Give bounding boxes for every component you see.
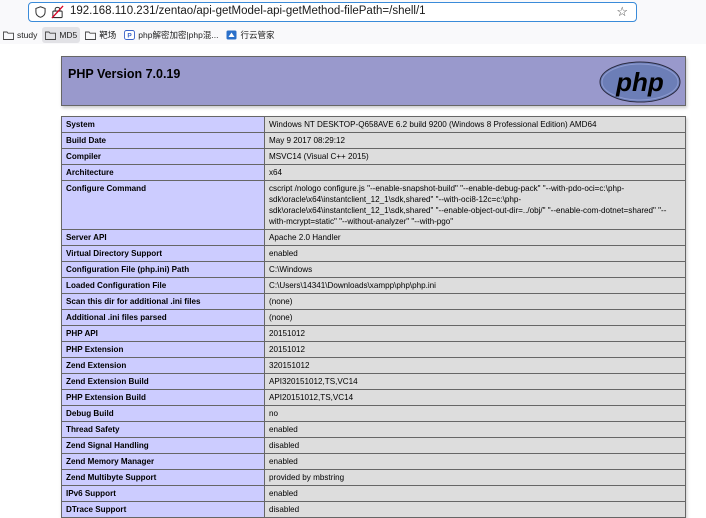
row-key: IPv6 Support [61, 485, 265, 502]
row-value: API20151012,TS,VC14 [264, 389, 686, 406]
bookmark-md5[interactable]: MD5 [42, 27, 81, 43]
bookmark-label: study [17, 30, 38, 40]
insecure-lock-icon[interactable] [51, 5, 64, 19]
row-key: PHP Extension Build [61, 389, 265, 406]
table-row: System Windows NT DESKTOP-Q658AVE 6.2 bui… [61, 116, 686, 133]
row-key: Compiler [61, 148, 265, 165]
shield-icon[interactable] [35, 6, 46, 18]
bookmark-label: php解密加密|php混... [138, 30, 219, 40]
table-row: Configure Command cscript /nologo configu… [61, 180, 686, 230]
bookmark-label: MD5 [59, 30, 78, 40]
row-value: API320151012,TS,VC14 [264, 373, 686, 390]
svg-text:P: P [128, 33, 133, 40]
table-row: Compiler MSVC14 (Visual C++ 2015) [61, 148, 686, 165]
php-site-icon: P [124, 30, 136, 40]
row-key: Virtual Directory Support [61, 245, 265, 262]
row-value: May 9 2017 08:29:12 [264, 132, 686, 149]
table-row: Debug Build no [61, 405, 686, 422]
table-row: Additional .ini files parsed (none) [61, 309, 686, 326]
row-value: (none) [264, 293, 686, 310]
table-row: Scan this dir for additional .ini files(… [61, 293, 686, 310]
row-value: 20151012 [264, 325, 686, 342]
row-value: enabled [264, 421, 686, 438]
table-row: Loaded Configuration File C:\Users\14341\… [61, 277, 686, 294]
phpinfo-table: System Windows NT DESKTOP-Q658AVE 6.2 bui… [61, 116, 686, 518]
row-value: Windows NT DESKTOP-Q658AVE 6.2 build 920… [264, 116, 686, 133]
row-value: (none) [264, 309, 686, 326]
row-key: Configure Command [61, 180, 265, 230]
page-title: PHP Version 7.0.19 [68, 67, 181, 81]
table-row: Architecture x64 [61, 164, 686, 181]
row-key: System [61, 116, 265, 133]
row-key: Thread Safety [61, 421, 265, 438]
row-key: Zend Signal Handling [61, 437, 265, 454]
row-value: provided by mbstring [264, 469, 686, 486]
table-row: Zend Signal Handling disabled [61, 437, 686, 454]
row-value: 320151012 [264, 357, 686, 374]
table-row: DTrace Support disabled [61, 501, 686, 518]
folder-icon [85, 31, 97, 40]
row-value: disabled [264, 437, 686, 454]
row-value: x64 [264, 164, 686, 181]
php-logo-icon[interactable]: php [599, 61, 681, 103]
row-key: Zend Extension Build [61, 373, 265, 390]
row-value: enabled [264, 485, 686, 502]
bookmark-study[interactable]: study [0, 27, 40, 43]
table-row: Thread Safety enabled [61, 421, 686, 438]
row-value: enabled [264, 245, 686, 262]
row-value: C:\Users\14341\Downloads\xampp\php\php.i… [264, 277, 686, 294]
row-key: Build Date [61, 132, 265, 149]
folder-icon [3, 31, 14, 40]
row-value: no [264, 405, 686, 422]
row-key: DTrace Support [61, 501, 265, 518]
row-key: Loaded Configuration File [61, 277, 265, 294]
bookmark-label: 行云管家 [240, 30, 275, 40]
row-key: Additional .ini files parsed [61, 309, 265, 326]
row-value: enabled [264, 453, 686, 470]
row-value: Apache 2.0 Handler [264, 229, 686, 246]
row-key: Zend Memory Manager [61, 453, 265, 470]
table-row: Zend Extension Build API320151012,TS,VC14 [61, 373, 686, 390]
row-value: C:\Windows [264, 261, 686, 278]
table-row: Server API Apache 2.0 Handler [61, 229, 686, 246]
bookmark-star-icon[interactable]: ☆ [616, 4, 628, 20]
row-key: Architecture [61, 164, 265, 181]
table-row: Virtual Directory Support enabled [61, 245, 686, 262]
row-key: Configuration File (php.ini) Path [61, 261, 265, 278]
bookmark-cloud-manager[interactable]: 行云管家 [223, 27, 277, 43]
page-content: PHP Version 7.0.19 php System Windows NT … [0, 44, 706, 518]
table-row: Zend Multibyte Support provided by mbstri… [61, 469, 686, 486]
row-value: cscript /nologo configure.js "--enable-s… [264, 180, 686, 230]
bookmark-label: 靶场 [99, 30, 117, 40]
cloud-site-icon [226, 30, 237, 40]
svg-text:php: php [615, 67, 664, 97]
row-key: Debug Build [61, 405, 265, 422]
bookmark-range[interactable]: 靶场 [82, 27, 119, 43]
row-key: PHP API [61, 325, 265, 342]
table-row: Zend Extension 320151012 [61, 357, 686, 374]
bookmarks-bar: study MD5 靶场 P php解密加密|php混... 行云管家 [0, 26, 706, 44]
row-key: PHP Extension [61, 341, 265, 358]
phpinfo-header: PHP Version 7.0.19 php [61, 56, 686, 106]
row-key: Zend Extension [61, 357, 265, 374]
table-row: PHP API 20151012 [61, 325, 686, 342]
browser-chrome: 192.168.110.231/zentao/api-getModel-api-… [0, 0, 706, 44]
table-row: IPv6 Support enabled [61, 485, 686, 502]
table-row: PHP Extension 20151012 [61, 341, 686, 358]
row-value: disabled [264, 501, 686, 518]
row-key: Zend Multibyte Support [61, 469, 265, 486]
row-value: 20151012 [264, 341, 686, 358]
bookmark-php-crypt[interactable]: P php解密加密|php混... [121, 27, 221, 43]
address-bar[interactable]: 192.168.110.231/zentao/api-getModel-api-… [28, 2, 637, 22]
table-row: Configuration File (php.ini) Path C:\Wind… [61, 261, 686, 278]
table-row: PHP Extension Build API20151012,TS,VC14 [61, 389, 686, 406]
url-text[interactable]: 192.168.110.231/zentao/api-getModel-api-… [70, 5, 426, 17]
row-key: Server API [61, 229, 265, 246]
table-row: Zend Memory Manager enabled [61, 453, 686, 470]
folder-icon [45, 31, 57, 40]
table-row: Build Date May 9 2017 08:29:12 [61, 132, 686, 149]
row-key: Scan this dir for additional .ini files [61, 293, 265, 310]
row-value: MSVC14 (Visual C++ 2015) [264, 148, 686, 165]
